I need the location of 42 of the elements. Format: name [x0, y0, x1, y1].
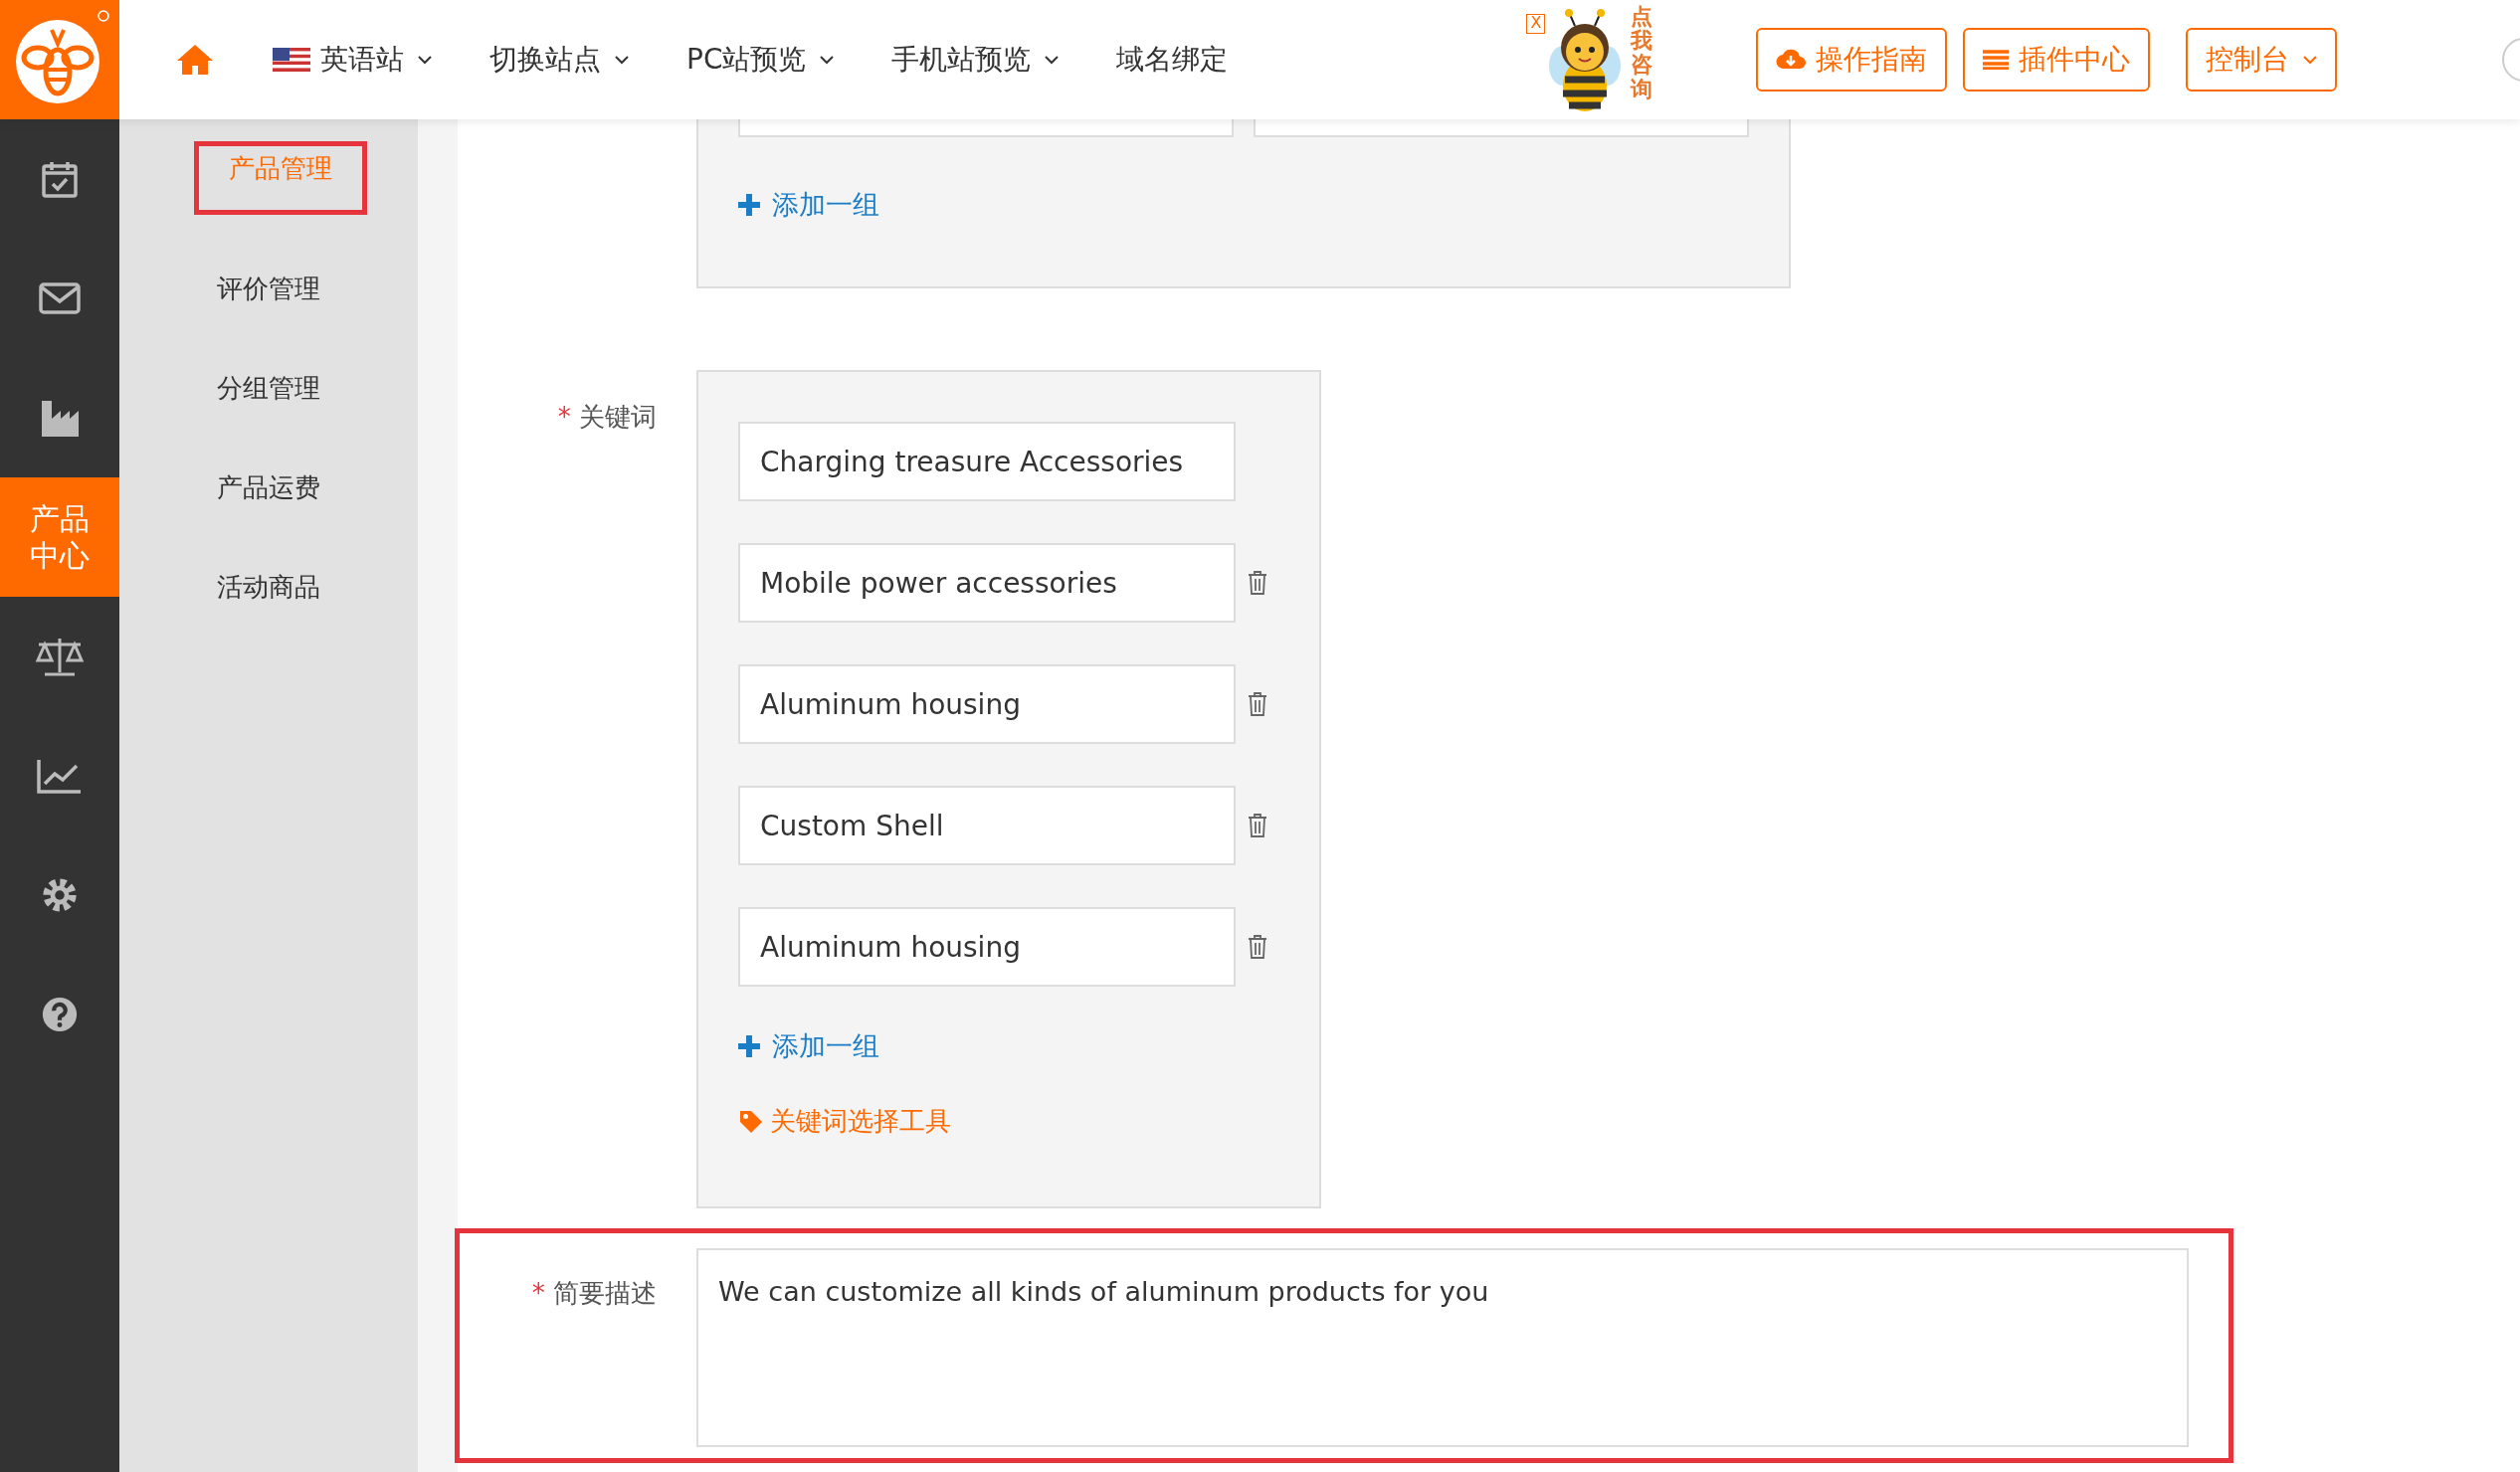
keyword-input[interactable]: Aluminum housing — [738, 664, 1236, 744]
caret-icon — [615, 55, 629, 65]
calendar-icon — [40, 159, 80, 199]
field-label: * 关键词 — [557, 401, 657, 434]
keyword-input[interactable]: Aluminum housing — [738, 907, 1236, 987]
description-textarea[interactable]: We can customize all kinds of aluminum products for you — [696, 1248, 2189, 1447]
nav-menu[interactable]: 切换站点 — [489, 41, 629, 79]
submenu-item[interactable]: 分组管理 — [119, 338, 418, 438]
input-field[interactable] — [738, 119, 1234, 137]
home-icon[interactable] — [175, 43, 215, 77]
caret-icon — [2303, 55, 2318, 65]
trash-icon[interactable] — [1248, 571, 1267, 595]
line-chart-icon — [37, 758, 83, 794]
caret-icon — [820, 55, 835, 65]
flag-icon — [273, 48, 310, 72]
keyword-input[interactable]: Mobile power accessories — [738, 543, 1236, 623]
caret-icon — [418, 55, 432, 65]
add-group-link[interactable]: 添加一组 — [738, 187, 1749, 223]
keyword-input[interactable]: Charging treasure Accessories — [738, 422, 1236, 501]
trash-icon[interactable] — [1248, 692, 1267, 716]
nav-menu[interactable]: 手机站预览 — [891, 41, 1060, 79]
trash-icon[interactable] — [1248, 935, 1267, 959]
nav-menu[interactable]: 域名绑定 — [1116, 41, 1229, 79]
submenu-item[interactable]: 活动商品 — [119, 537, 418, 637]
field-label: * 简要描述 — [531, 1277, 657, 1310]
help-icon — [41, 996, 79, 1033]
mail-icon — [39, 281, 81, 315]
trash-icon[interactable] — [1248, 814, 1267, 837]
input-field[interactable] — [1254, 119, 1749, 137]
keyword-input[interactable]: Custom Shell — [738, 786, 1236, 865]
tag-icon — [738, 1108, 764, 1135]
submenu-item[interactable]: 产品运费 — [119, 438, 418, 537]
nav-menu[interactable]: 英语站 — [273, 41, 432, 79]
caret-icon — [1045, 55, 1060, 65]
balance-scale-icon — [35, 637, 85, 676]
add-group-link[interactable]: 添加一组 — [738, 1028, 1279, 1064]
submenu-item[interactable]: 评价管理 — [119, 239, 418, 338]
nav-menu[interactable]: PC站预览 — [686, 41, 835, 79]
factory-icon — [40, 399, 80, 437]
cloud-download-icon — [1776, 49, 1807, 71]
settings-icon — [41, 876, 79, 914]
list-icon — [1983, 50, 2010, 70]
